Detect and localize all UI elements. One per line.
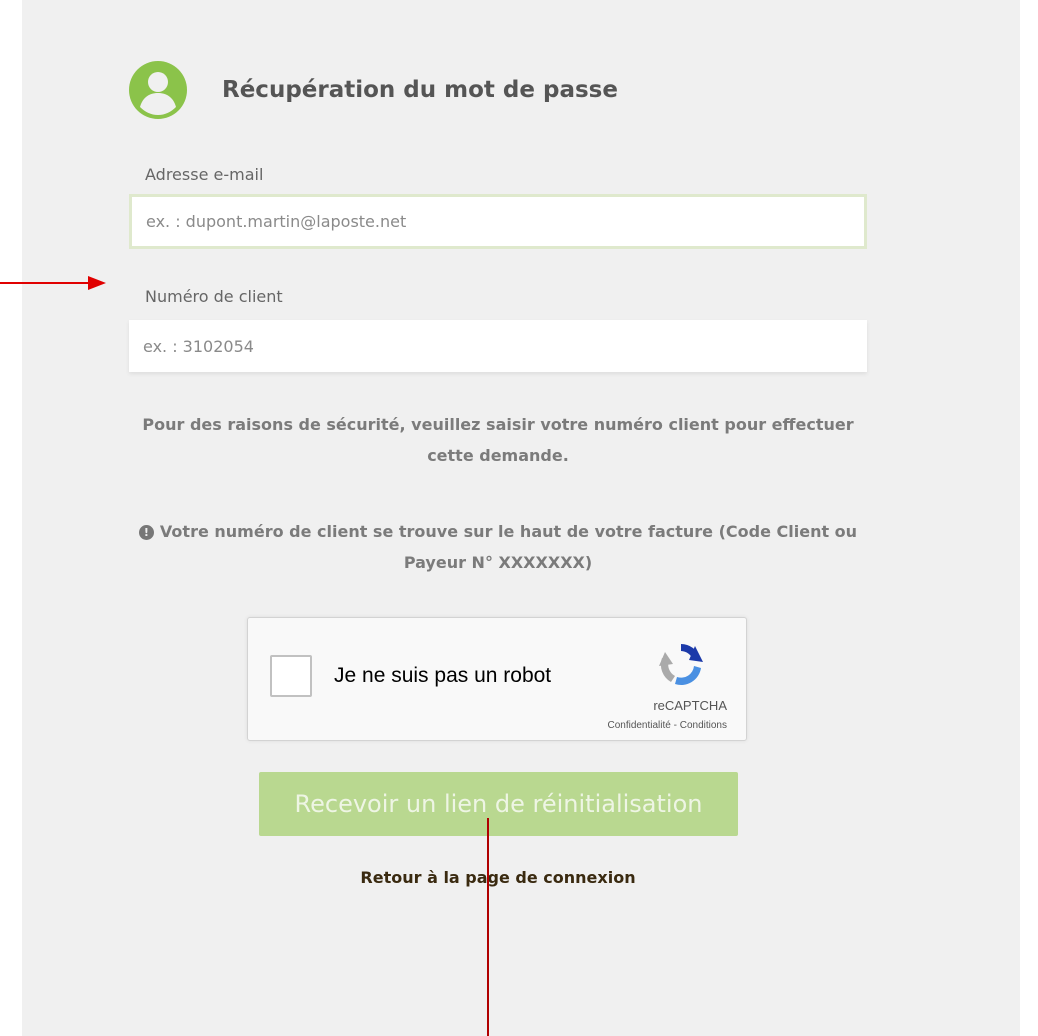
info-note: Votre numéro de client se trouve sur le … <box>159 522 858 572</box>
recaptcha-checkbox[interactable] <box>270 655 312 697</box>
recaptcha-widget: Je ne suis pas un robot reCAPTCHA Confid… <box>247 617 747 741</box>
email-label: Adresse e-mail <box>145 165 264 184</box>
recaptcha-privacy-link[interactable]: Confidentialité <box>607 720 670 731</box>
recaptcha-terms-link[interactable]: Conditions <box>680 720 727 731</box>
recaptcha-brand: reCAPTCHA <box>653 698 727 713</box>
page: Récupération du mot de passe Adresse e-m… <box>0 0 1038 1036</box>
back-to-login-link[interactable]: Retour à la page de connexion <box>129 868 867 887</box>
send-reset-link-button[interactable]: Recevoir un lien de réinitialisation <box>259 772 738 836</box>
security-note: Pour des raisons de sécurité, veuillez s… <box>142 415 854 465</box>
recaptcha-separator: - <box>670 720 680 731</box>
email-field[interactable] <box>129 194 867 249</box>
user-avatar-icon <box>129 61 187 119</box>
page-header: Récupération du mot de passe <box>129 61 618 119</box>
info-note-block: ! Votre numéro de client se trouve sur le… <box>129 516 867 578</box>
recaptcha-label: Je ne suis pas un robot <box>334 664 552 687</box>
client-number-field[interactable] <box>129 320 867 372</box>
recaptcha-logo-icon <box>659 644 703 685</box>
page-title: Récupération du mot de passe <box>222 77 618 103</box>
recaptcha-links: Confidentialité - Conditions <box>607 720 727 731</box>
client-number-label: Numéro de client <box>145 287 283 306</box>
info-icon: ! <box>138 525 154 540</box>
